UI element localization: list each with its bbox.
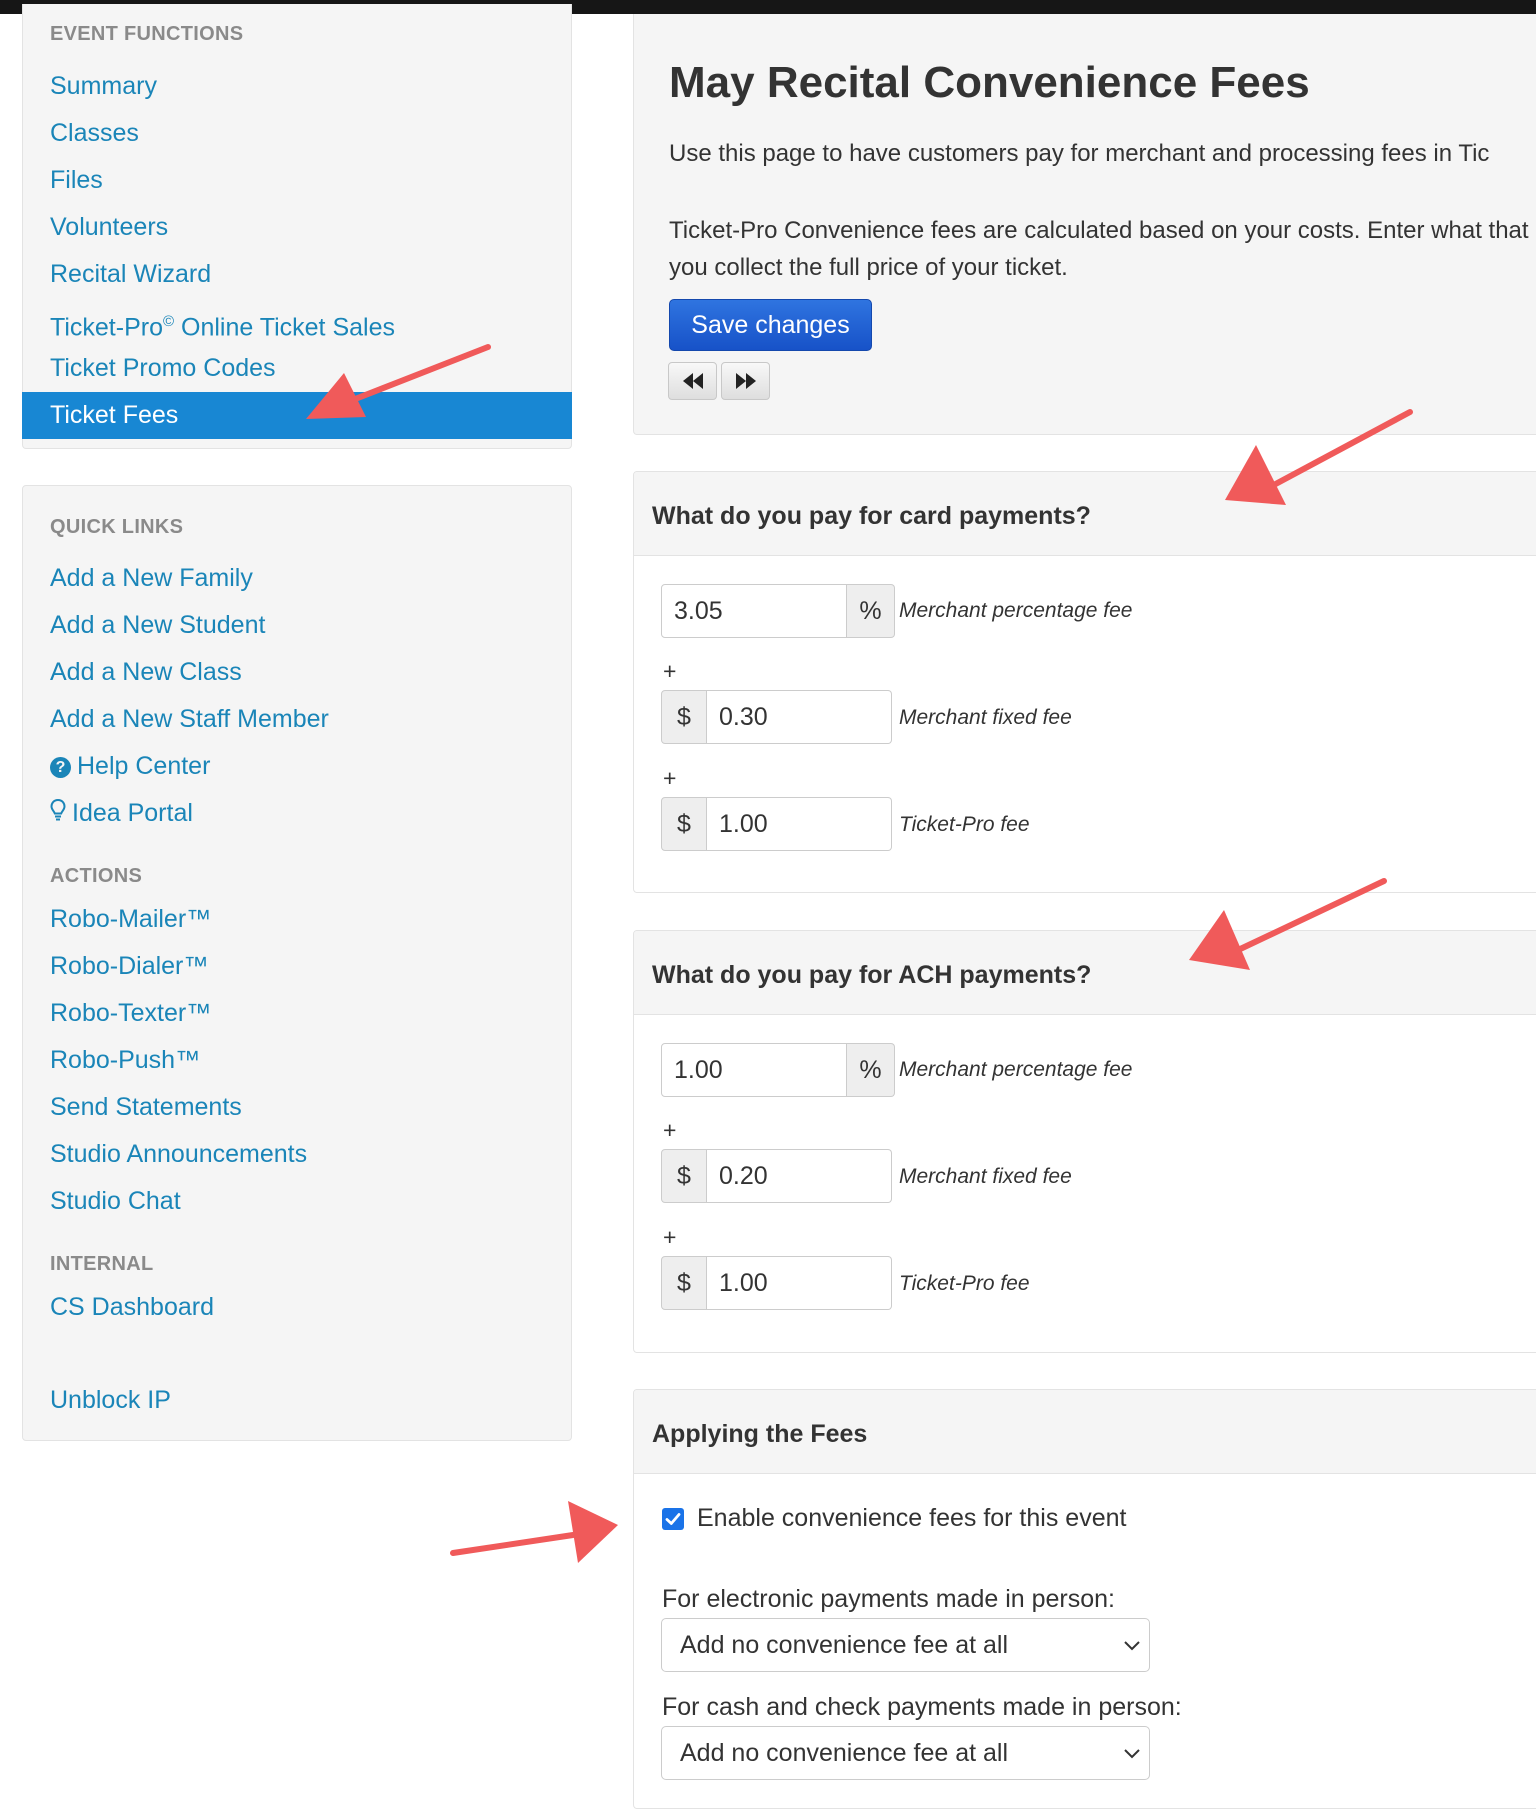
ach-ticketpro-group: $ 1.00	[661, 1256, 892, 1310]
ach-fixed-label: Merchant fixed fee	[899, 1165, 1072, 1188]
ach-payments-panel: What do you pay for ACH payments? 1.00 %…	[633, 930, 1536, 1353]
internal-cs-dashboard[interactable]: CS Dashboard	[23, 1284, 571, 1331]
rewind-icon	[682, 373, 703, 389]
electronic-payments-value: Add no convenience fee at all	[680, 1631, 1009, 1659]
previous-button[interactable]	[668, 362, 717, 400]
ach-percentage-input[interactable]: 1.00	[661, 1043, 847, 1097]
ach-percentage-label: Merchant percentage fee	[899, 1058, 1133, 1081]
plus-sign: +	[663, 1224, 677, 1250]
page-title: May Recital Convenience Fees	[669, 58, 1310, 107]
sidebar-item-summary[interactable]: Summary	[23, 63, 571, 110]
cash-check-payments-value: Add no convenience fee at all	[680, 1739, 1009, 1767]
applying-fees-heading: Applying the Fees	[634, 1390, 1536, 1474]
electronic-payments-label: For electronic payments made in person:	[662, 1585, 1115, 1613]
enable-fees-label[interactable]: Enable convenience fees for this event	[697, 1504, 1126, 1533]
ach-fixed-input[interactable]: 0.20	[707, 1149, 892, 1203]
dollar-addon: $	[661, 797, 707, 851]
percent-addon: %	[847, 1043, 895, 1097]
applying-fees-panel: Applying the Fees Enable convenience fee…	[633, 1389, 1536, 1809]
annotation-arrow-icon	[306, 344, 491, 419]
dollar-addon: $	[661, 1256, 707, 1310]
dollar-addon: $	[661, 1149, 707, 1203]
action-studio-announcements[interactable]: Studio Announcements	[23, 1131, 571, 1178]
sidebar-item-label: Ticket-Pro	[50, 313, 163, 342]
quick-link-add-class[interactable]: Add a New Class	[23, 649, 571, 696]
plus-sign: +	[663, 765, 677, 791]
action-studio-chat[interactable]: Studio Chat	[23, 1178, 571, 1225]
quick-links-panel: QUICK LINKS Add a New Family Add a New S…	[22, 485, 572, 1441]
save-changes-button[interactable]: Save changes	[669, 299, 872, 351]
percent-addon: %	[847, 584, 895, 638]
card-fixed-label: Merchant fixed fee	[899, 706, 1072, 729]
electronic-payments-select[interactable]: Add no convenience fee at all	[661, 1618, 1150, 1672]
ach-percentage-group: 1.00 %	[661, 1043, 895, 1097]
sidebar-item-recital-wizard[interactable]: Recital Wizard	[23, 251, 571, 298]
card-ticketpro-label: Ticket-Pro fee	[899, 813, 1030, 836]
actions-heading: ACTIONS	[50, 865, 143, 887]
card-payments-panel: What do you pay for card payments? 3.05 …	[633, 471, 1536, 893]
internal-unblock-ip[interactable]: Unblock IP	[23, 1377, 571, 1424]
ach-ticketpro-label: Ticket-Pro fee	[899, 1272, 1030, 1295]
fast-forward-icon	[735, 373, 756, 389]
cash-check-payments-select[interactable]: Add no convenience fee at all	[661, 1726, 1150, 1780]
quick-link-add-student[interactable]: Add a New Student	[23, 602, 571, 649]
help-center-label: Help Center	[77, 752, 211, 780]
card-fixed-group: $ 0.30	[661, 690, 892, 744]
ach-fixed-group: $ 0.20	[661, 1149, 892, 1203]
cash-check-payments-label: For cash and check payments made in pers…	[662, 1693, 1182, 1721]
sidebar-item-classes[interactable]: Classes	[23, 110, 571, 157]
quick-link-add-family[interactable]: Add a New Family	[23, 555, 571, 602]
event-functions-heading: EVENT FUNCTIONS	[50, 23, 244, 45]
enable-fees-checkbox[interactable]	[662, 1508, 684, 1530]
plus-sign: +	[663, 658, 677, 684]
card-ticketpro-group: $ 1.00	[661, 797, 892, 851]
chevron-down-icon	[1124, 1641, 1140, 1651]
quick-link-idea-portal[interactable]: Idea Portal	[23, 790, 571, 837]
copyright-mark: ©	[162, 313, 175, 330]
intro-text-1: Use this page to have customers pay for …	[669, 140, 1490, 167]
ach-payments-heading: What do you pay for ACH payments?	[634, 931, 1536, 1015]
lightbulb-icon	[50, 791, 66, 838]
help-circle-icon: ?	[50, 756, 71, 778]
quick-link-add-staff[interactable]: Add a New Staff Member	[23, 696, 571, 743]
intro-panel: May Recital Convenience Fees Use this pa…	[633, 14, 1536, 435]
ach-ticketpro-input[interactable]: 1.00	[707, 1256, 892, 1310]
card-fixed-input[interactable]: 0.30	[707, 690, 892, 744]
card-percentage-label: Merchant percentage fee	[899, 599, 1133, 622]
annotation-arrow-icon	[1225, 409, 1413, 505]
action-robo-dialer[interactable]: Robo-Dialer™	[23, 943, 571, 990]
action-robo-mailer[interactable]: Robo-Mailer™	[23, 896, 571, 943]
annotation-arrow-icon	[1189, 878, 1387, 970]
checkmark-icon	[665, 1513, 681, 1525]
action-send-statements[interactable]: Send Statements	[23, 1084, 571, 1131]
annotation-arrow-icon	[450, 1501, 618, 1563]
card-percentage-input[interactable]: 3.05	[661, 584, 847, 638]
next-button[interactable]	[721, 362, 770, 400]
card-percentage-group: 3.05 %	[661, 584, 895, 638]
plus-sign: +	[663, 1117, 677, 1143]
sidebar-item-files[interactable]: Files	[23, 157, 571, 204]
card-ticketpro-input[interactable]: 1.00	[707, 797, 892, 851]
internal-heading: INTERNAL	[50, 1253, 154, 1275]
action-robo-texter[interactable]: Robo-Texter™	[23, 990, 571, 1037]
dollar-addon: $	[661, 690, 707, 744]
chevron-down-icon	[1124, 1749, 1140, 1759]
quick-links-heading: QUICK LINKS	[50, 516, 184, 538]
sidebar-item-volunteers[interactable]: Volunteers	[23, 204, 571, 251]
intro-text-2: Ticket-Pro Convenience fees are calculat…	[669, 217, 1529, 281]
idea-portal-label: Idea Portal	[72, 799, 193, 827]
action-robo-push[interactable]: Robo-Push™	[23, 1037, 571, 1084]
quick-link-help-center[interactable]: ? Help Center	[23, 743, 571, 790]
